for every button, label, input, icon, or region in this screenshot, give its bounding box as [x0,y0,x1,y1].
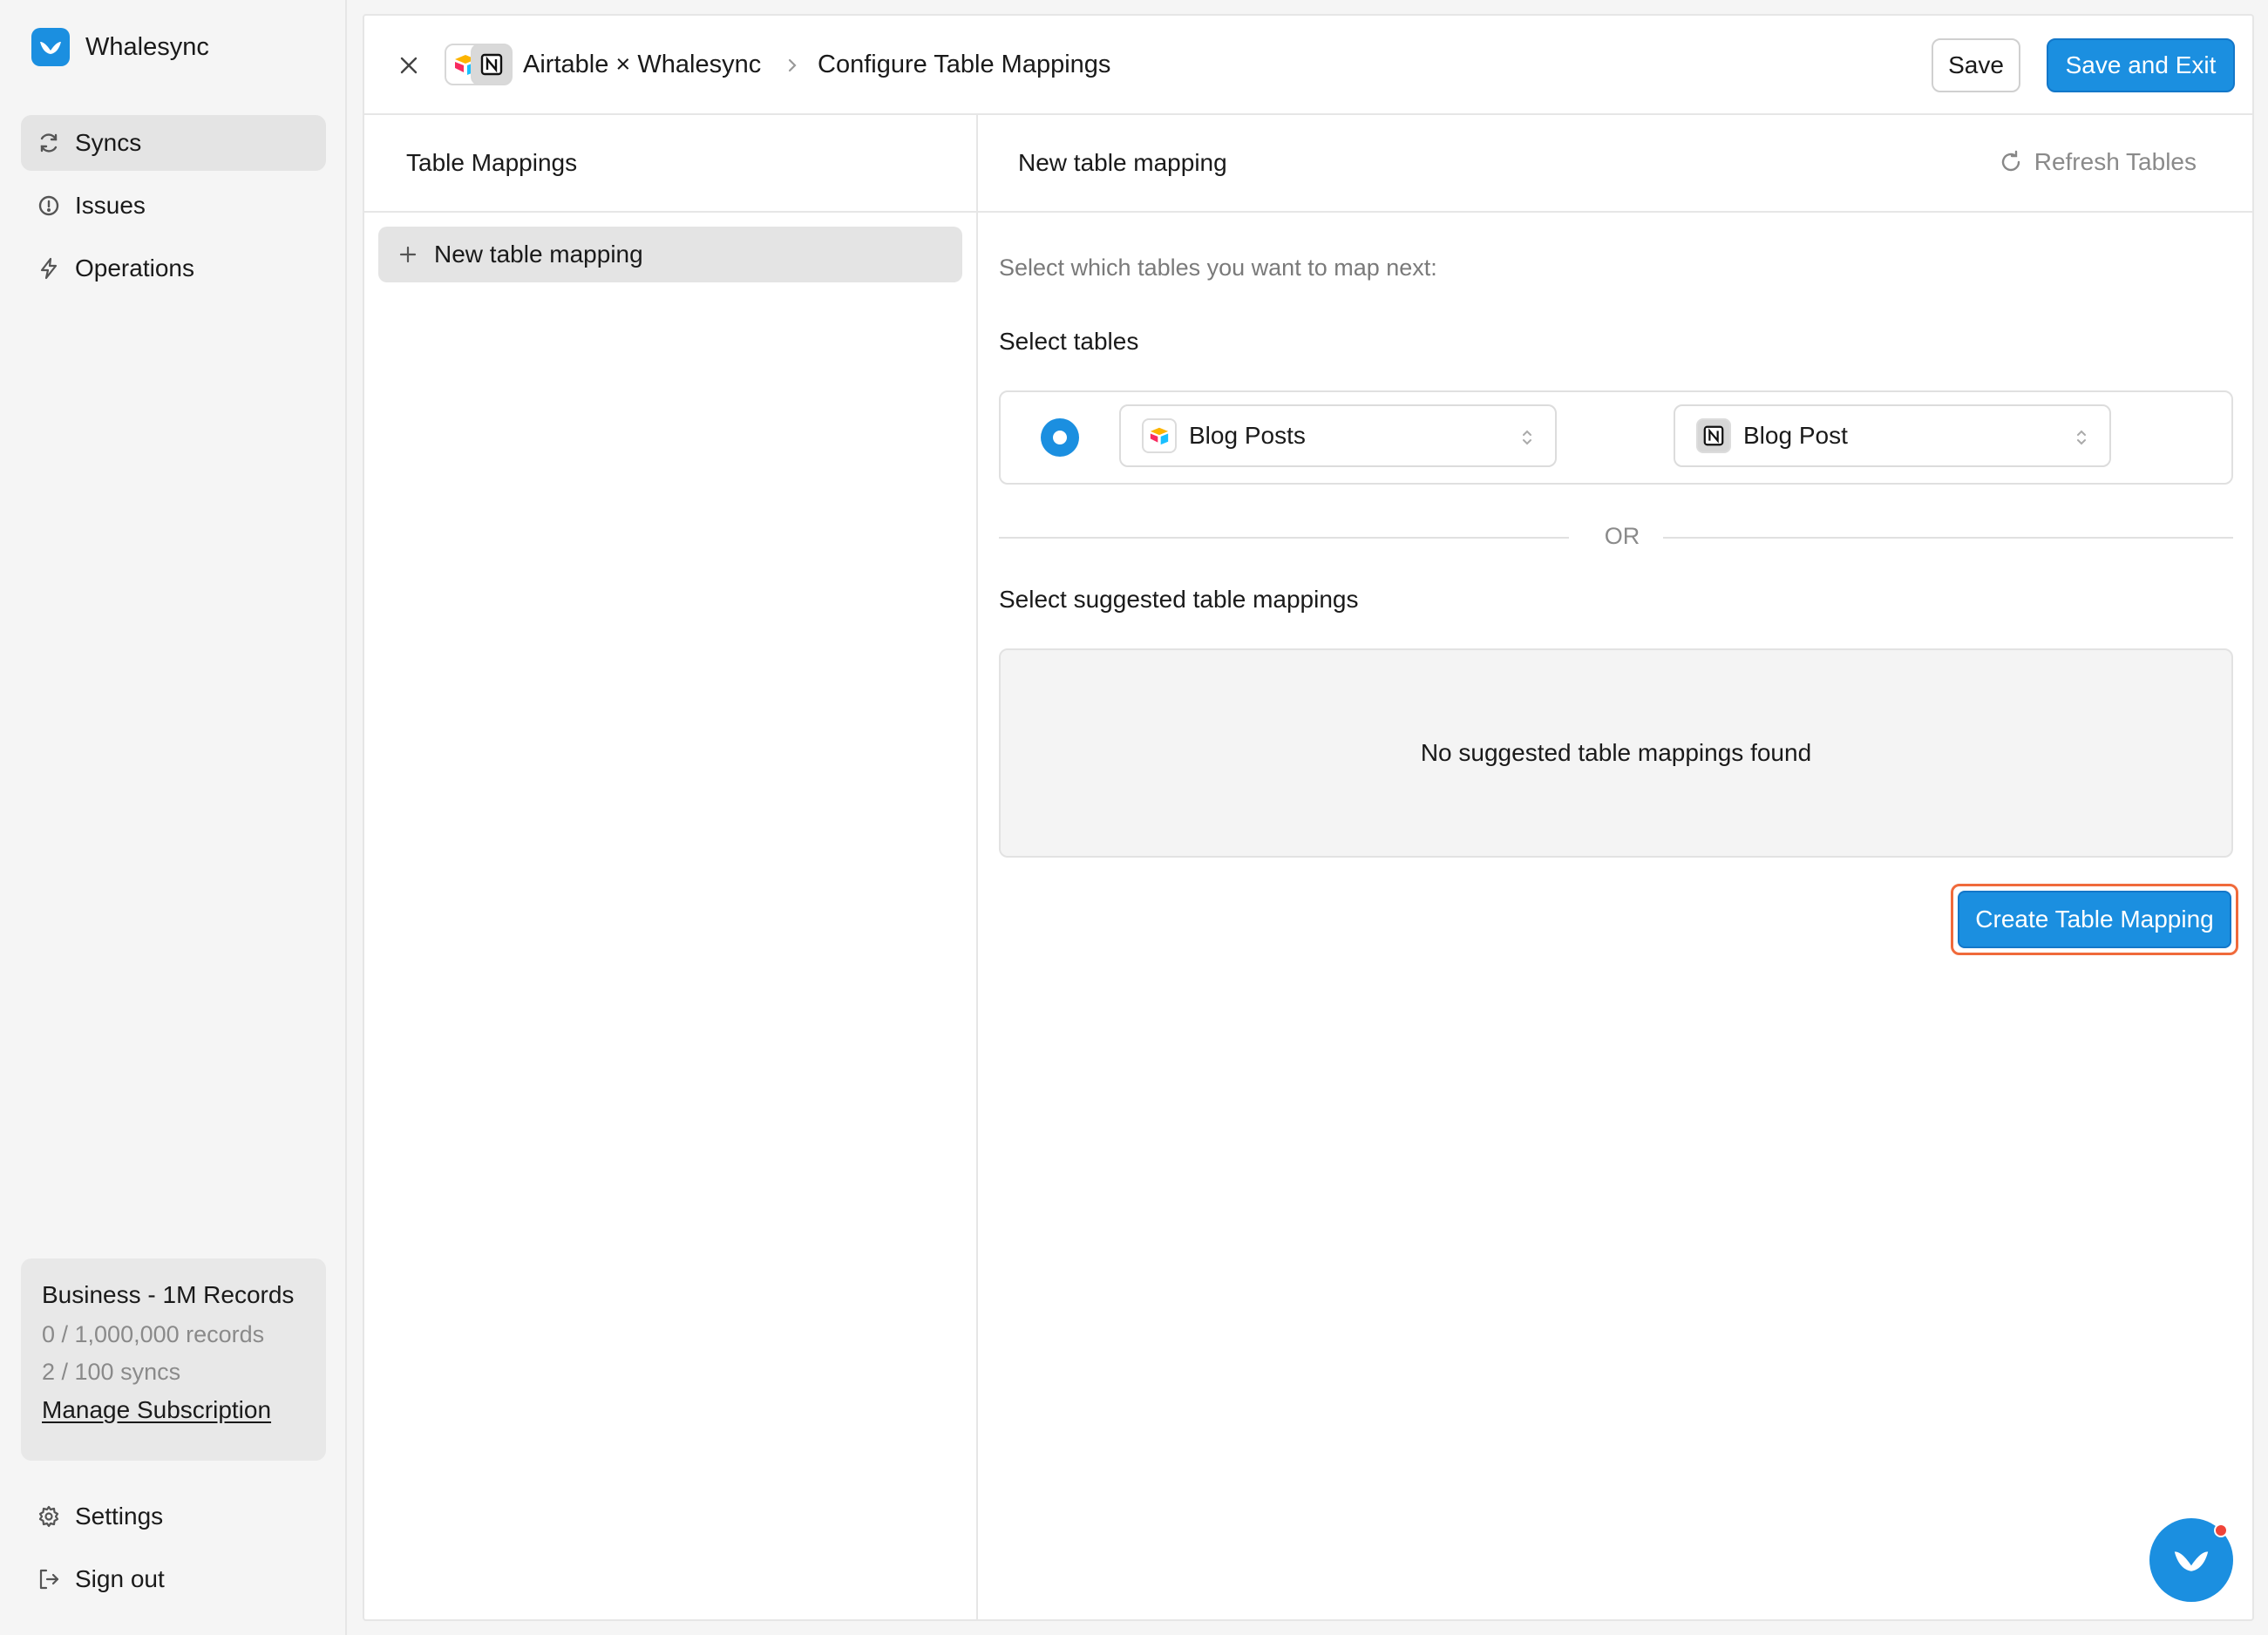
sidebar-item-label: Settings [75,1503,164,1530]
refresh-tables-button[interactable]: Refresh Tables [1998,148,2197,176]
bolt-icon [37,256,61,281]
manage-subscription-link[interactable]: Manage Subscription [42,1396,271,1423]
mapping-editor-title: New table mapping [1018,149,1227,176]
table-selection-row: Blog Posts Blog Post [999,390,2233,485]
close-button[interactable] [394,51,424,80]
chat-launcher-button[interactable] [2149,1518,2233,1602]
save-and-exit-button[interactable]: Save and Exit [2047,38,2235,92]
table-mappings-panel: Table Mappings New table mapping [364,115,978,1621]
connected-apps [445,44,513,85]
plan-name: Business - 1M Records [42,1281,295,1308]
refresh-tables-label: Refresh Tables [2034,148,2197,175]
table-mappings-title: Table Mappings [364,115,976,213]
save-button[interactable]: Save [1932,38,2020,92]
sidebar-item-label: Sign out [75,1565,165,1592]
plan-card: Business - 1M Records 0 / 1,000,000 reco… [21,1258,326,1461]
refresh-icon [1998,149,2024,175]
sidebar-item-issues[interactable]: Issues [21,178,326,234]
divider-left [999,537,1569,539]
select-tables-label: Select tables [999,328,1139,355]
create-table-mapping-button[interactable]: Create Table Mapping [1958,891,2231,948]
sidebar: Whalesync Syncs Issues Operations Busine… [0,0,347,1635]
whalesync-logo-icon [2174,1551,2209,1571]
refresh-icon [37,131,61,155]
whalesync-logo-icon [31,28,70,66]
top-bar: Airtable × Whalesync Configure Table Map… [364,16,2252,115]
divider-right [1663,537,2233,539]
mapping-editor-header: New table mapping Refresh Tables [978,115,2254,213]
target-table-select[interactable]: Blog Post [1674,404,2111,467]
sign-out-icon [37,1567,61,1591]
notion-icon [1696,418,1731,453]
create-table-mapping-highlight: Create Table Mapping [1951,884,2238,955]
chevron-right-icon [779,51,805,80]
main-panel: Airtable × Whalesync Configure Table Map… [363,14,2254,1621]
sidebar-item-operations[interactable]: Operations [21,241,326,296]
brand-name: Whalesync [85,32,209,61]
table-selection-radio[interactable] [1041,418,1079,457]
selection-hint: Select which tables you want to map next… [999,254,1437,281]
notion-icon [471,44,513,85]
brand[interactable]: Whalesync [31,28,209,66]
sidebar-item-sign-out[interactable]: Sign out [21,1551,326,1607]
sidebar-item-label: Operations [75,254,194,282]
gear-icon [37,1504,61,1529]
sidebar-nav: Syncs Issues Operations [21,115,326,303]
breadcrumb-current: Configure Table Mappings [818,51,1111,78]
target-table-value: Blog Post [1743,422,1848,449]
plan-syncs-usage: 2 / 100 syncs [42,1359,181,1385]
plan-records-usage: 0 / 1,000,000 records [42,1321,265,1347]
sidebar-bottom-nav: Settings Sign out [21,1489,326,1614]
suggested-mappings-label: Select suggested table mappings [999,586,1359,613]
source-table-value: Blog Posts [1189,422,1306,449]
alert-circle-icon [37,193,61,218]
source-table-select[interactable]: Blog Posts [1119,404,1557,467]
new-table-mapping-item[interactable]: New table mapping [378,227,962,282]
chevron-up-down-icon [1518,425,1536,450]
plus-icon [396,242,420,267]
sidebar-item-label: Issues [75,192,146,219]
suggested-mappings-empty-state: No suggested table mappings found [999,648,2233,858]
or-separator: OR [1604,523,1640,549]
airtable-icon [1142,418,1177,453]
sidebar-item-syncs[interactable]: Syncs [21,115,326,171]
chevron-up-down-icon [2073,425,2090,450]
notification-badge [2214,1523,2228,1537]
sidebar-item-label: Syncs [75,129,142,156]
close-icon [400,57,418,74]
sidebar-item-settings[interactable]: Settings [21,1489,326,1544]
breadcrumb-sync[interactable]: Airtable × Whalesync [523,51,761,79]
mapping-editor-panel: New table mapping Refresh Tables Select … [978,115,2254,1621]
new-table-mapping-label: New table mapping [434,241,643,268]
